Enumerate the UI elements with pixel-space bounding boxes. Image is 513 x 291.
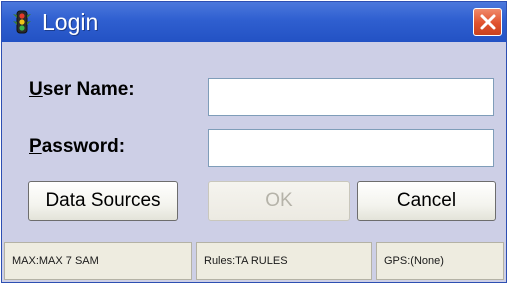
close-button[interactable]: [473, 8, 502, 36]
status-gps: GPS:(None): [376, 242, 504, 280]
data-sources-button[interactable]: Data Sources: [28, 181, 178, 221]
traffic-light-icon: [12, 10, 32, 34]
status-bar: MAX:MAX 7 SAM Rules:TA RULES GPS:(None): [4, 242, 504, 280]
ok-button[interactable]: OK: [208, 181, 350, 221]
window-title: Login: [42, 9, 99, 35]
cancel-button[interactable]: Cancel: [357, 181, 496, 221]
status-max: MAX:MAX 7 SAM: [4, 242, 192, 280]
password-field[interactable]: [208, 129, 494, 167]
close-icon: [480, 14, 496, 30]
username-label: User Name:: [29, 79, 135, 100]
password-label: Password:: [29, 136, 126, 157]
status-rules: Rules:TA RULES: [196, 242, 372, 280]
title-bar[interactable]: Login: [2, 2, 506, 42]
login-dialog: Login User Name: Password: Data Sources …: [1, 1, 507, 283]
username-field[interactable]: [208, 78, 494, 116]
